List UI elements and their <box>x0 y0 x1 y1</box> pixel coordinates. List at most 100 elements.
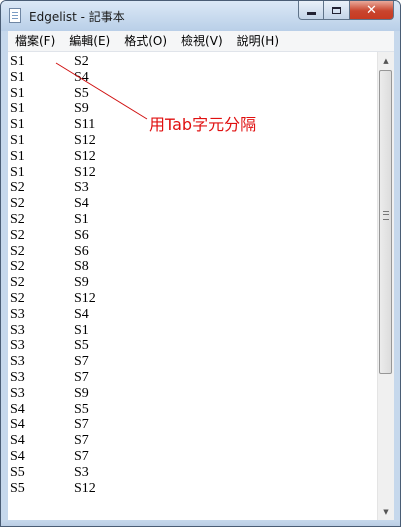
text-line: S1 S11 <box>10 117 96 133</box>
target-node: S3 <box>74 464 89 480</box>
close-icon: ✕ <box>366 2 377 18</box>
target-node: S7 <box>74 448 89 464</box>
text-line: S1 S4 <box>10 70 96 86</box>
target-node: S7 <box>74 369 89 385</box>
scroll-down-arrow-icon[interactable]: ▼ <box>378 503 394 520</box>
text-line: S1 S12 <box>10 165 96 181</box>
maximize-icon <box>332 6 341 14</box>
text-line: S2 S6 <box>10 244 96 260</box>
source-node: S4 <box>10 448 25 464</box>
text-line: S4 S7 <box>10 449 96 465</box>
source-node: S4 <box>10 417 25 433</box>
text-line: S3 S1 <box>10 323 96 339</box>
source-node: S1 <box>10 132 25 148</box>
menu-format[interactable]: 格式(O) <box>117 31 174 51</box>
text-line: S3 S4 <box>10 307 96 323</box>
target-node: S12 <box>74 148 96 164</box>
notepad-icon[interactable] <box>9 8 21 23</box>
target-node: S6 <box>74 227 89 243</box>
maximize-button[interactable] <box>324 1 350 20</box>
source-node: S3 <box>10 385 25 401</box>
minimize-button[interactable] <box>298 1 324 20</box>
edgelist-text: S1 S2 S1 S4 S1 S5 S1 S9 S1 S11 S1 S12 S1 S12 S1 S12 S2 S3… <box>10 54 96 496</box>
source-node: S5 <box>10 464 25 480</box>
target-node: S5 <box>74 85 89 101</box>
target-node: S8 <box>74 259 89 275</box>
source-node: S3 <box>10 322 25 338</box>
source-node: S2 <box>10 275 25 291</box>
text-line: S5 S3 <box>10 465 96 481</box>
source-node: S3 <box>10 369 25 385</box>
text-line: S4 S5 <box>10 402 96 418</box>
source-node: S2 <box>10 243 25 259</box>
text-line: S1 S12 <box>10 133 96 149</box>
text-line: S2 S8 <box>10 259 96 275</box>
source-node: S1 <box>10 54 25 69</box>
close-button[interactable]: ✕ <box>350 1 394 20</box>
menu-bar: 檔案(F) 編輯(E) 格式(O) 檢視(V) 說明(H) <box>8 31 394 52</box>
source-node: S3 <box>10 338 25 354</box>
source-node: S1 <box>10 117 25 133</box>
text-line: S2 S9 <box>10 275 96 291</box>
source-node: S3 <box>10 354 25 370</box>
target-node: S5 <box>74 338 89 354</box>
scroll-grip-icon <box>383 211 389 220</box>
scroll-thumb[interactable] <box>379 70 392 374</box>
source-node: S1 <box>10 164 25 180</box>
source-node: S4 <box>10 433 25 449</box>
window-bottom-border <box>1 520 400 526</box>
source-node: S4 <box>10 401 25 417</box>
text-line: S1 S5 <box>10 86 96 102</box>
minimize-icon <box>306 11 316 15</box>
caption-buttons: ✕ <box>298 1 394 21</box>
text-line: S3 S7 <box>10 370 96 386</box>
text-line: S3 S9 <box>10 386 96 402</box>
target-node: S7 <box>74 433 89 449</box>
menu-edit[interactable]: 編輯(E) <box>62 31 117 51</box>
target-node: S4 <box>74 69 89 85</box>
text-line: S3 S5 <box>10 338 96 354</box>
notepad-window: Edgelist - 記事本 ✕ 檔案(F) 編輯(E) 格式(O) 檢視(V)… <box>0 0 401 527</box>
title-bar[interactable]: Edgelist - 記事本 ✕ <box>1 1 400 31</box>
target-node: S12 <box>74 164 96 180</box>
text-line: S2 S6 <box>10 228 96 244</box>
text-line: S1 S12 <box>10 149 96 165</box>
source-node: S2 <box>10 227 25 243</box>
window-title: Edgelist - 記事本 <box>29 10 125 24</box>
target-node: S6 <box>74 243 89 259</box>
target-node: S12 <box>74 132 96 148</box>
text-line: S4 S7 <box>10 433 96 449</box>
source-node: S3 <box>10 306 25 322</box>
target-node: S4 <box>74 306 89 322</box>
target-node: S1 <box>74 322 89 338</box>
target-node: S5 <box>74 401 89 417</box>
text-line: S4 S7 <box>10 417 96 433</box>
source-node: S2 <box>10 180 25 196</box>
target-node: S9 <box>74 275 89 291</box>
text-line: S2 S12 <box>10 291 96 307</box>
target-node: S7 <box>74 354 89 370</box>
menu-help[interactable]: 說明(H) <box>230 31 286 51</box>
target-node: S9 <box>74 385 89 401</box>
source-node: S2 <box>10 290 25 306</box>
annotation-label: 用Tab字元分隔 <box>149 115 257 134</box>
target-node: S11 <box>74 117 96 133</box>
source-node: S1 <box>10 148 25 164</box>
text-line: S2 S4 <box>10 196 96 212</box>
target-node: S9 <box>74 101 89 117</box>
menu-view[interactable]: 檢視(V) <box>174 31 230 51</box>
menu-file[interactable]: 檔案(F) <box>8 31 62 51</box>
scroll-up-arrow-icon[interactable]: ▲ <box>378 52 394 69</box>
text-line: S5 S12 <box>10 481 96 497</box>
source-node: S1 <box>10 101 25 117</box>
target-node: S12 <box>74 290 96 306</box>
target-node: S7 <box>74 417 89 433</box>
source-node: S1 <box>10 85 25 101</box>
text-line: S1 S9 <box>10 101 96 117</box>
source-node: S2 <box>10 259 25 275</box>
vertical-scrollbar[interactable]: ▲ ▼ <box>377 52 394 520</box>
target-node: S2 <box>74 54 89 69</box>
source-node: S2 <box>10 196 25 212</box>
text-line: S2 S1 <box>10 212 96 228</box>
text-line: S1 S2 <box>10 54 96 70</box>
